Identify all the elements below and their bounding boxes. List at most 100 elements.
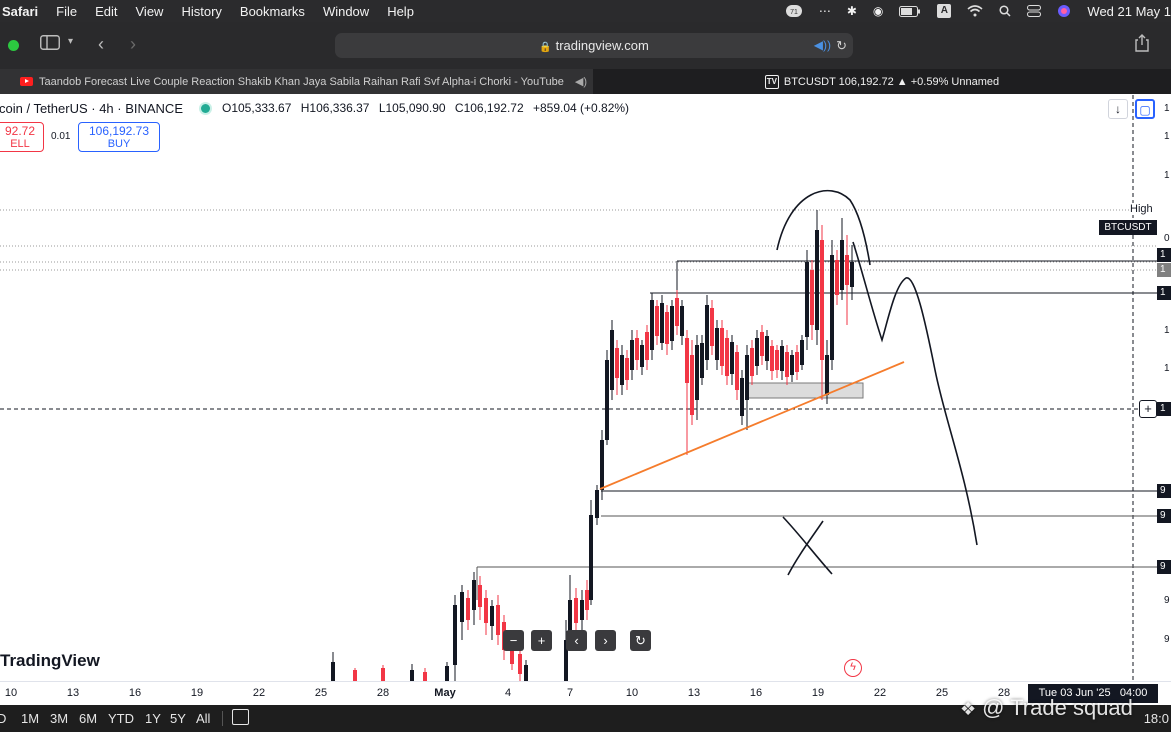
back-icon[interactable]: ‹ [98, 34, 104, 55]
address-bar[interactable]: 🔒 tradingview.com ◀)) ↻ [335, 33, 853, 58]
forward-icon[interactable]: › [130, 34, 136, 55]
crosshair-plus-icon[interactable]: + [1139, 400, 1157, 418]
zoom-in-button[interactable]: + [531, 630, 552, 651]
play-icon[interactable]: ◉ [873, 4, 883, 18]
price-axis-tag: 9 [1157, 484, 1171, 498]
range-3m[interactable]: 3M [50, 711, 68, 726]
zoom-out-button[interactable]: − [503, 630, 524, 651]
menu-file[interactable]: File [56, 4, 77, 19]
menu-bookmarks[interactable]: Bookmarks [240, 4, 305, 19]
price-axis-tag: 1 [1157, 286, 1171, 300]
range-5y[interactable]: 5Y [170, 711, 186, 726]
sell-button[interactable]: 92.72 ELL [0, 122, 44, 152]
dots-icon[interactable]: ⋯ [819, 4, 831, 18]
time-tick: 25 [314, 687, 328, 699]
siri-icon[interactable] [1057, 4, 1071, 18]
time-tick: 7 [566, 687, 574, 699]
wifi-icon[interactable] [967, 5, 983, 17]
menu-history[interactable]: History [181, 4, 221, 19]
buy-button[interactable]: 106,192.73 BUY [78, 122, 160, 152]
ohlc-close: C106,192.72 [454, 101, 524, 115]
speaker-icon[interactable]: ◀) [575, 75, 587, 88]
price-axis-tag: 9 [1157, 509, 1171, 523]
range-divider [222, 711, 223, 726]
symbol-title[interactable]: coin / TetherUS · 4h · BINANCE [0, 101, 183, 116]
menu-window[interactable]: Window [323, 4, 369, 19]
price-axis-label: 1 [1164, 103, 1170, 114]
time-tick: 19 [811, 687, 825, 699]
time-tick: 13 [66, 687, 80, 699]
menu-app-safari[interactable]: Safari [2, 4, 38, 19]
watermark: ❖ @ Trade squad [960, 695, 1133, 721]
time-tick: 10 [625, 687, 639, 699]
price-axis-label: 1 [1164, 131, 1170, 142]
screen-share-icon[interactable]: 71 [785, 4, 803, 18]
price-chart[interactable] [0, 95, 1171, 681]
demand-zone[interactable] [745, 382, 864, 399]
menu-help[interactable]: Help [387, 4, 414, 19]
price-axis-label: 1 [1164, 363, 1170, 374]
price-axis-label: 0 [1164, 233, 1170, 244]
menu-view[interactable]: View [136, 4, 164, 19]
audio-playing-icon[interactable]: ◀)) [814, 33, 831, 58]
reload-icon[interactable]: ↻ [836, 33, 847, 58]
scroll-left-button[interactable]: ‹ [566, 630, 587, 651]
market-status-icon[interactable] [201, 103, 210, 113]
time-tick: 16 [749, 687, 763, 699]
sidebar-toggle-icon[interactable] [40, 35, 60, 54]
tab-tradingview-title: BTCUSDT 106,192.72 ▲ +0.59% Unnamed [783, 75, 1000, 88]
symbol-price-label: BTCUSDT [1099, 220, 1157, 235]
chevron-down-icon[interactable]: ▾ [68, 36, 73, 47]
time-tick: 13 [687, 687, 701, 699]
reset-chart-button[interactable]: ↻ [630, 630, 651, 651]
price-axis-tag: 1 [1157, 402, 1171, 416]
watermark-text: @ Trade squad [982, 695, 1133, 720]
utc-time[interactable]: 18:0 [1144, 711, 1169, 726]
menubar-status-area: 71 ⋯ ✱ ◉ A Wed 21 May 1 [769, 0, 1171, 22]
browser-toolbar: ▾ ‹ › 🔒 tradingview.com ◀)) ↻ [0, 22, 1171, 69]
ohlc-low: L105,090.90 [378, 101, 446, 115]
range-1d[interactable]: D [0, 711, 6, 726]
time-tick: 19 [190, 687, 204, 699]
scroll-right-button[interactable]: › [595, 630, 616, 651]
search-icon[interactable] [999, 5, 1011, 17]
ohlc-change: +859.04 (+0.82%) [532, 101, 630, 115]
time-tick: 25 [935, 687, 949, 699]
range-1y[interactable]: 1Y [145, 711, 161, 726]
range-all[interactable]: All [196, 711, 210, 726]
input-source-label: A [937, 4, 952, 18]
time-tick: 22 [873, 687, 887, 699]
control-center-icon[interactable] [1027, 5, 1042, 17]
bluetooth-icon[interactable]: ✱ [847, 4, 857, 18]
tab-youtube-title: Taandob Forecast Live Couple Reaction Sh… [39, 75, 564, 88]
time-tick: 4 [504, 687, 512, 699]
tab-youtube[interactable]: Taandob Forecast Live Couple Reaction Sh… [0, 69, 593, 94]
spread-value: 0.01 [51, 131, 71, 142]
range-6m[interactable]: 6M [79, 711, 97, 726]
tradingview-logo-text[interactable]: TradingView [0, 651, 100, 671]
sell-label: ELL [10, 138, 30, 150]
tab-tradingview[interactable]: TV BTCUSDT 106,192.72 ▲ +0.59% Unnamed [593, 69, 1171, 94]
menubar-clock[interactable]: Wed 21 May 1 [1087, 4, 1171, 19]
time-tick: 16 [128, 687, 142, 699]
menu-edit[interactable]: Edit [95, 4, 117, 19]
youtube-icon [20, 77, 33, 86]
arrow-down-icon[interactable]: ↓ [1108, 99, 1128, 119]
range-1m[interactable]: 1M [21, 711, 39, 726]
window-zoom-button[interactable] [8, 40, 19, 51]
time-tick: 28 [376, 687, 390, 699]
share-icon[interactable] [1134, 34, 1150, 56]
fullscreen-icon[interactable]: ▢ [1135, 99, 1155, 119]
calendar-icon[interactable] [232, 709, 249, 725]
input-source-icon[interactable]: A [937, 4, 952, 18]
ohlc-open: O105,333.67 [222, 101, 292, 115]
buy-price: 106,192.73 [88, 124, 150, 138]
buy-label: BUY [107, 138, 131, 150]
drawn-projection-path [852, 241, 978, 546]
screen: Safari File Edit View History Bookmarks … [0, 0, 1171, 732]
price-axis-label: 9 [1164, 595, 1170, 606]
price-axis-label: 1 [1164, 325, 1170, 336]
battery-icon[interactable] [899, 5, 921, 17]
flash-alert-icon[interactable]: ϟ [844, 659, 862, 677]
range-ytd[interactable]: YTD [108, 711, 134, 726]
